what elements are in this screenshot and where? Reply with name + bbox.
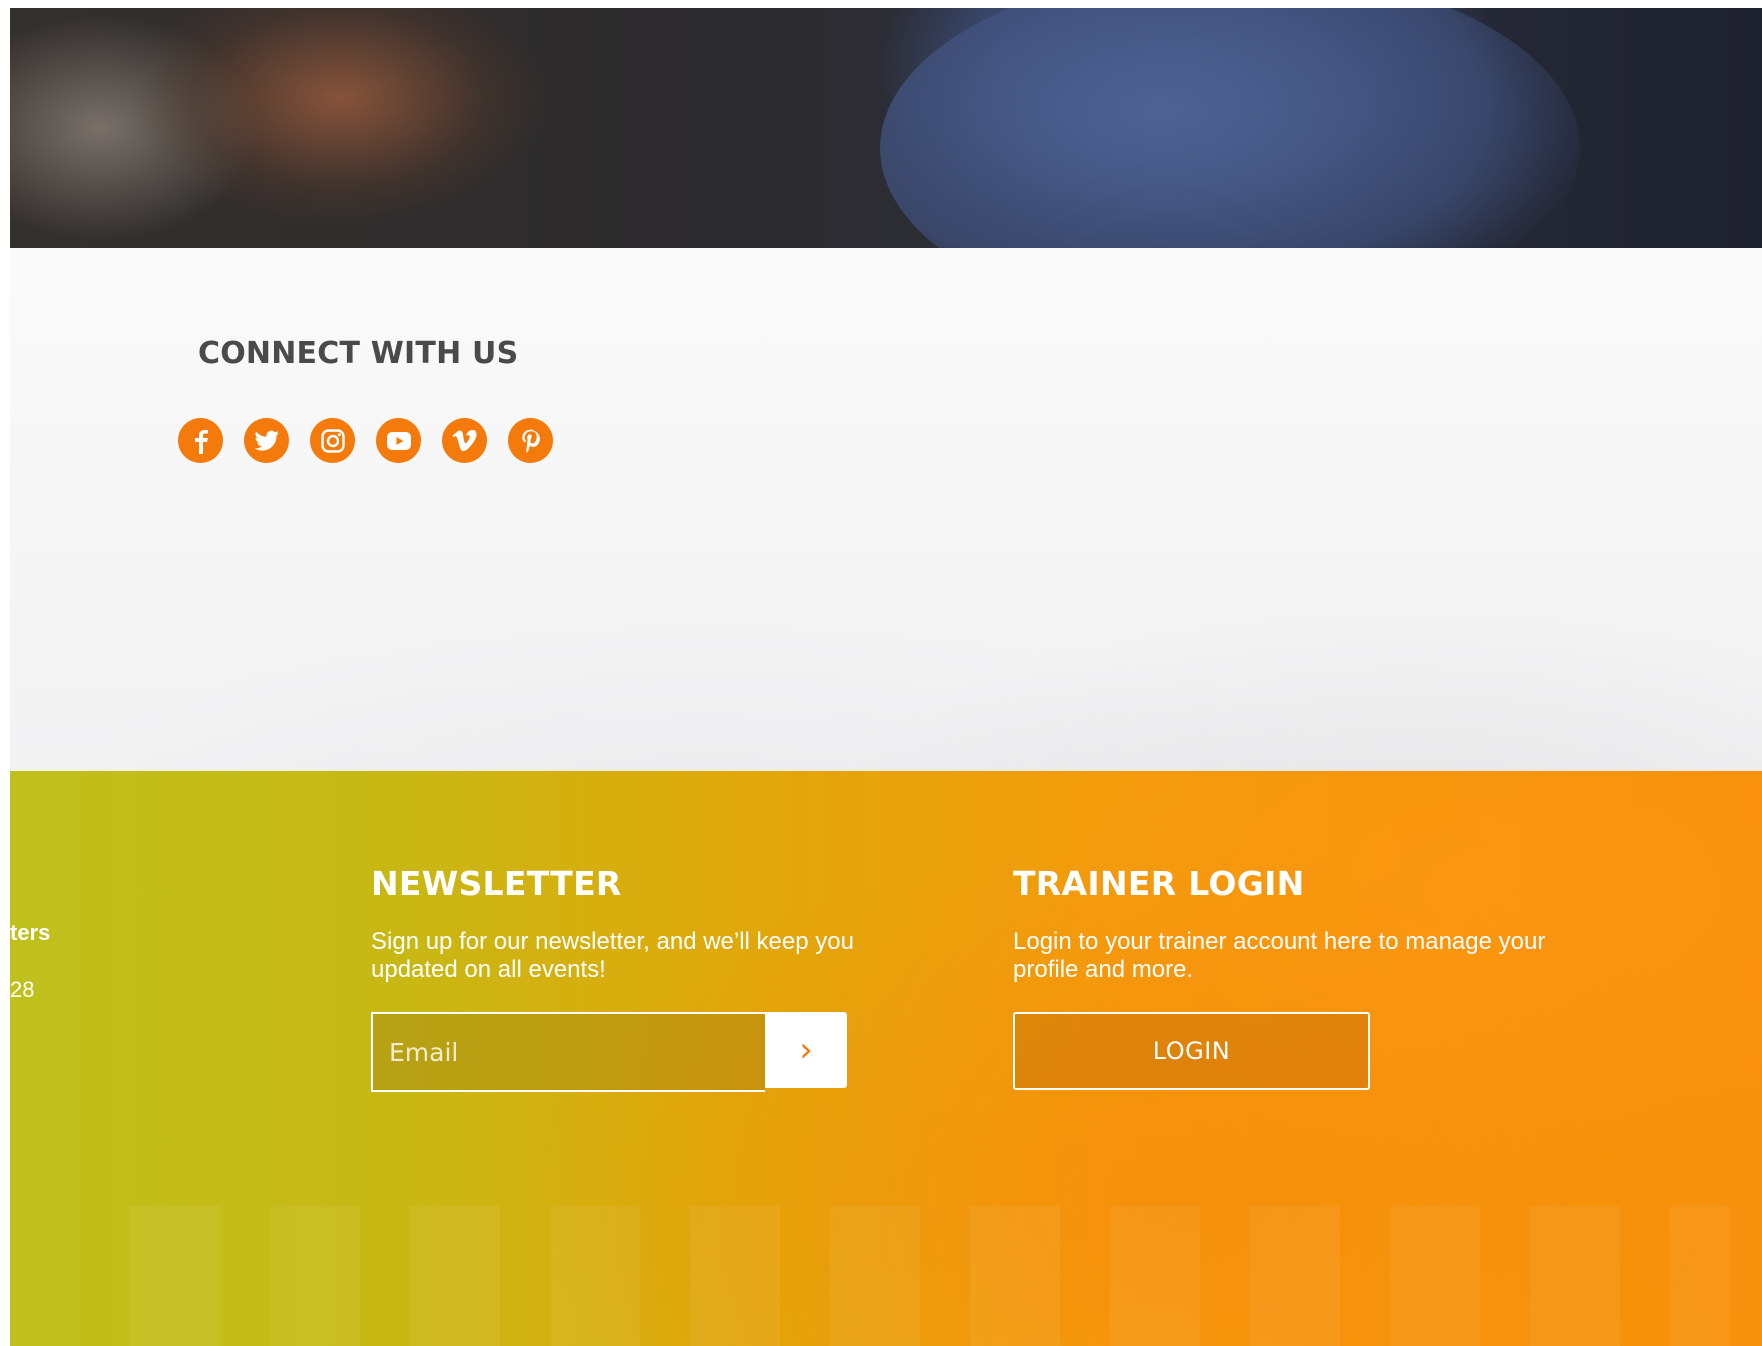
login-button[interactable]: LOGIN — [1013, 1012, 1370, 1090]
pinterest-icon[interactable] — [508, 418, 553, 463]
vimeo-icon[interactable] — [442, 418, 487, 463]
youtube-icon[interactable] — [376, 418, 421, 463]
newsletter-description: Sign up for our newsletter, and we’ll ke… — [371, 928, 854, 983]
connect-title: CONNECT WITH US — [198, 336, 519, 371]
chevron-right-icon: › — [799, 1030, 813, 1070]
connect-section: CONNECT WITH US — [10, 248, 1762, 771]
social-links — [178, 418, 553, 463]
newsletter-submit-button[interactable]: › — [765, 1012, 847, 1088]
newsletter-title: NEWSLETTER — [371, 864, 622, 903]
footer-band — [10, 771, 1762, 1346]
newsletter-form: › — [371, 1012, 847, 1092]
facebook-icon[interactable] — [178, 418, 223, 463]
trainer-login-title: TRAINER LOGIN — [1013, 864, 1305, 903]
email-input[interactable] — [371, 1012, 765, 1092]
partial-number: 28 — [10, 977, 35, 1002]
instagram-icon[interactable] — [310, 418, 355, 463]
trainer-login-description: Login to your trainer account here to ma… — [1013, 928, 1546, 983]
partial-label: ters — [10, 920, 51, 945]
twitter-icon[interactable] — [244, 418, 289, 463]
hero-image — [10, 8, 1762, 248]
